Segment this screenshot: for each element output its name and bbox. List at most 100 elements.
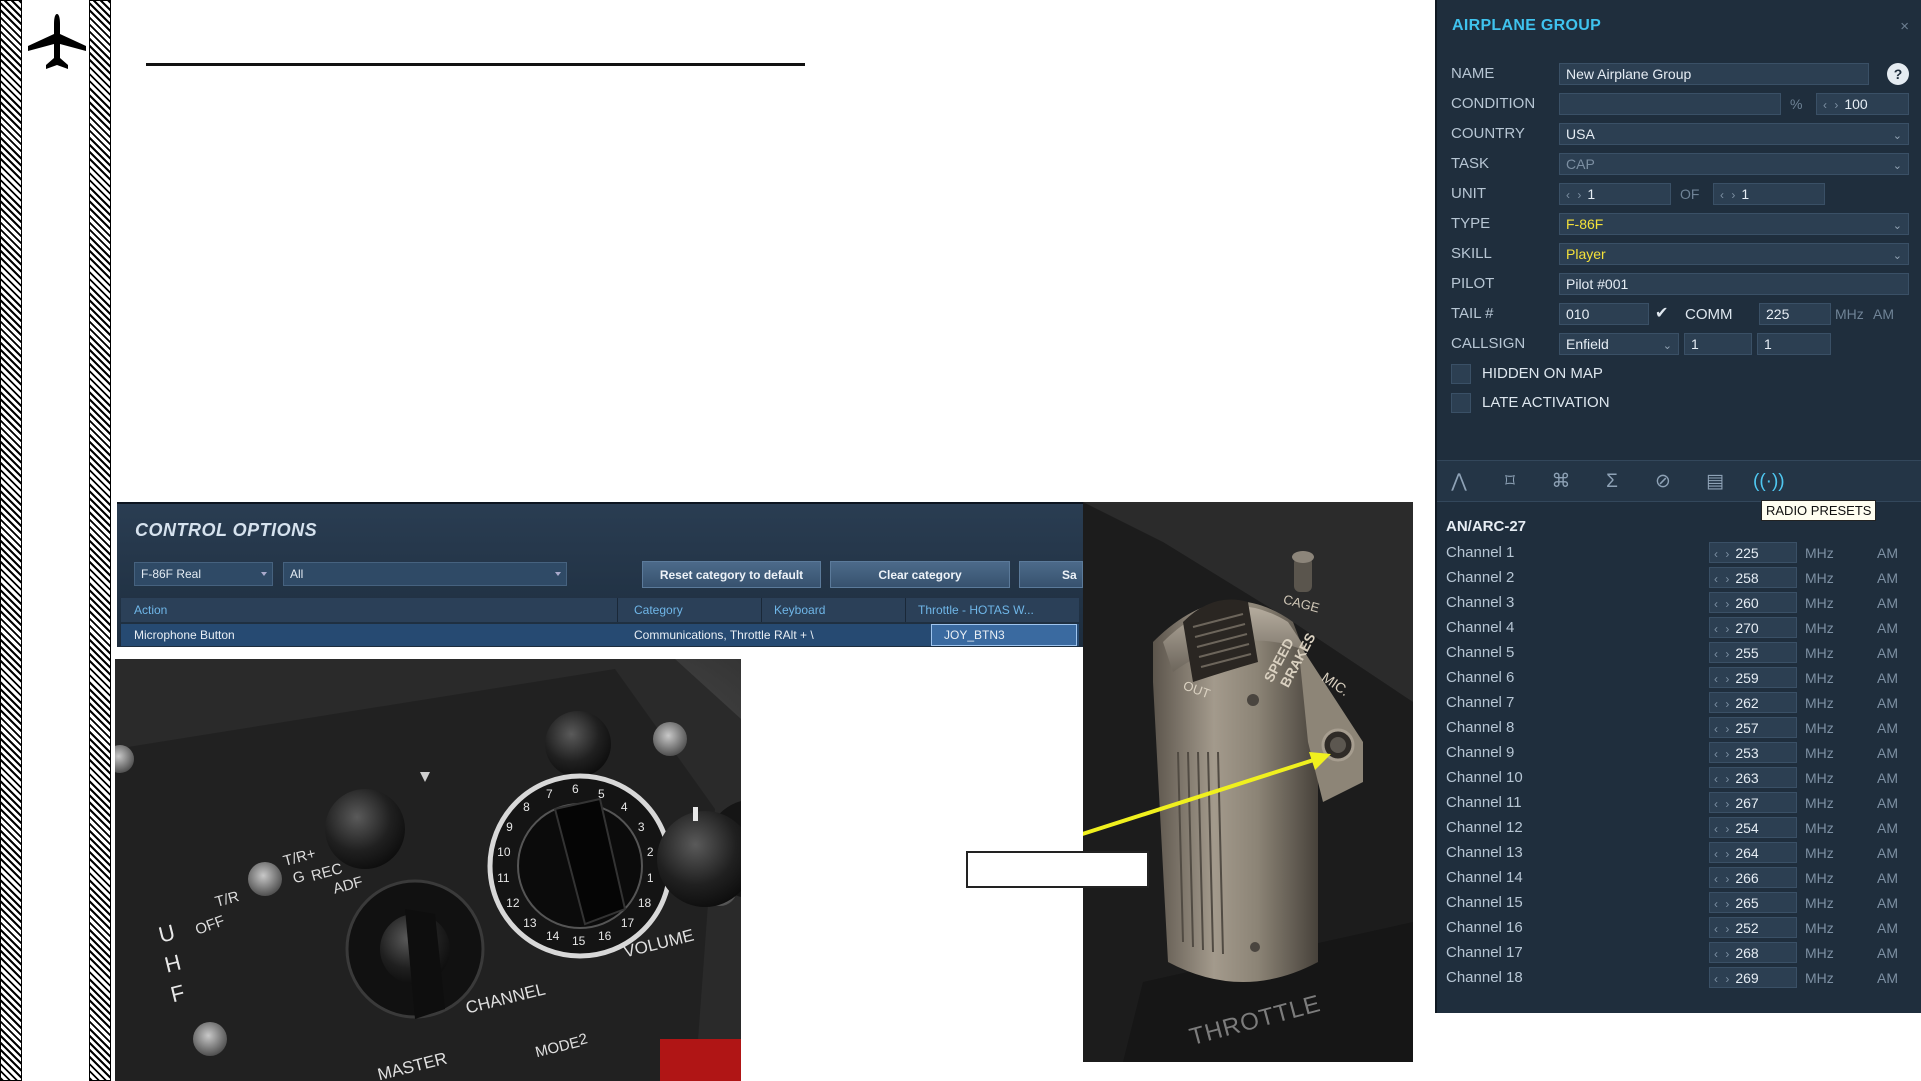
spinner-arrows-icon[interactable]: ‹ › [1714,772,1731,786]
category-select[interactable]: All [283,562,567,586]
spinner-arrows-icon[interactable]: ‹ › [1714,797,1731,811]
channel-frequency-field[interactable]: ‹ › 268 [1709,942,1797,963]
condition-percent-field[interactable]: ‹ › 100 [1816,93,1909,115]
channel-frequency-field[interactable]: ‹ › 253 [1709,742,1797,763]
bindings-table-header: Action Category Keyboard Throttle - HOTA… [121,598,1079,622]
channel-frequency-field[interactable]: ‹ › 264 [1709,842,1797,863]
channel-frequency: 264 [1735,845,1759,861]
unit-of-value: 1 [1741,186,1750,202]
channel-frequency-field[interactable]: ‹ › 270 [1709,617,1797,638]
spinner-arrows-icon[interactable]: ‹ › [1714,872,1731,886]
late-activation-checkbox[interactable] [1451,393,1471,413]
comm-field[interactable]: 225 [1759,303,1831,325]
channel-name: Channel 15 [1446,894,1523,911]
channel-name: Channel 3 [1446,594,1515,611]
spinner-arrows-icon[interactable]: ‹ › [1714,747,1731,761]
channel-frequency-field[interactable]: ‹ › 225 [1709,542,1797,563]
failures-icon[interactable]: ⊘ [1650,469,1676,495]
aircraft-select[interactable]: F-86F Real [134,562,273,586]
channel-frequency-field[interactable]: ‹ › 255 [1709,642,1797,663]
task-select[interactable]: CAP ⌄ [1559,153,1909,175]
column-keyboard[interactable]: Keyboard [774,603,825,617]
spinner-arrows-icon[interactable]: ‹ › [1714,897,1731,911]
unit-of-field[interactable]: ‹ › 1 [1713,183,1825,205]
country-select[interactable]: USA ⌄ [1559,123,1909,145]
row-throttle-cell[interactable]: JOY_BTN3 [931,624,1077,646]
spinner-arrows-icon[interactable]: ‹ › [1714,647,1731,661]
spinner-arrows-icon[interactable]: ‹ › [1714,547,1731,561]
channel-name: Channel 13 [1446,844,1523,861]
channel-name: Channel 9 [1446,744,1515,761]
channel-frequency-field[interactable]: ‹ › 266 [1709,867,1797,888]
column-category[interactable]: Category [634,603,683,617]
spinner-arrows-icon[interactable]: ‹ › [1714,922,1731,936]
summary-icon[interactable]: Σ [1599,469,1625,495]
callsign-flight-field[interactable]: 1 [1757,333,1831,355]
unit-field[interactable]: ‹ › 1 [1559,183,1671,205]
table-row[interactable]: Microphone Button Communications, Thrott… [121,624,1079,646]
reset-category-button[interactable]: Reset category to default [642,561,821,588]
spinner-arrows-icon[interactable]: ‹ › [1714,847,1731,861]
chevron-down-icon: ⌄ [1892,130,1902,142]
comm-checkbox-checked-icon[interactable]: ✔ [1655,303,1675,325]
hidden-on-map-checkbox[interactable] [1451,364,1471,384]
channel-frequency-field[interactable]: ‹ › 254 [1709,817,1797,838]
channel-frequency-field[interactable]: ‹ › 258 [1709,567,1797,588]
spinner-arrows-icon[interactable]: ‹ › [1714,947,1731,961]
column-action[interactable]: Action [134,603,167,617]
callsign-select[interactable]: Enfield ⌄ [1559,333,1679,355]
route-icon[interactable]: ⋀ [1446,469,1472,495]
callsign-number-field[interactable]: 1 [1684,333,1752,355]
column-throttle[interactable]: Throttle - HOTAS W... [918,603,1034,617]
type-select[interactable]: F-86F ⌄ [1559,213,1909,235]
pilot-field[interactable]: Pilot #001 [1559,273,1909,295]
skill-select[interactable]: Player ⌄ [1559,243,1909,265]
spinner-arrows-icon[interactable]: ‹ › [1823,98,1840,112]
chevron-down-icon: ⌄ [1892,250,1902,262]
modulation-label: AM [1877,945,1898,961]
mhz-label: MHz [1805,845,1834,861]
channel-frequency-field[interactable]: ‹ › 260 [1709,592,1797,613]
condition-field[interactable] [1559,93,1781,115]
channel-frequency-field[interactable]: ‹ › 262 [1709,692,1797,713]
channel-frequency-field[interactable]: ‹ › 252 [1709,917,1797,938]
fuel-icon[interactable]: ▤ [1702,469,1728,495]
throttle-photo: CAGE SPEED BRAKES MIC. OUT THROTTLE [1083,502,1413,1062]
spinner-arrows-icon[interactable]: ‹ › [1566,188,1583,202]
spinner-arrows-icon[interactable]: ‹ › [1714,972,1731,986]
channel-name: Channel 17 [1446,944,1523,961]
channel-frequency-field[interactable]: ‹ › 263 [1709,767,1797,788]
payload-icon[interactable]: ⌘ [1548,469,1574,495]
spinner-arrows-icon[interactable]: ‹ › [1714,597,1731,611]
spinner-arrows-icon[interactable]: ‹ › [1714,697,1731,711]
channel-name: Channel 5 [1446,644,1515,661]
radio-icon[interactable]: ((·)) [1753,469,1785,495]
spinner-arrows-icon[interactable]: ‹ › [1714,722,1731,736]
channel-frequency-field[interactable]: ‹ › 265 [1709,892,1797,913]
tail-field[interactable]: 010 [1559,303,1649,325]
airplane-icon [28,14,86,69]
triggers-icon[interactable]: ⌑ [1497,469,1523,495]
channel-frequency-field[interactable]: ‹ › 257 [1709,717,1797,738]
spinner-arrows-icon[interactable]: ‹ › [1714,672,1731,686]
spinner-arrows-icon[interactable]: ‹ › [1720,188,1737,202]
mhz-label: MHz [1805,695,1834,711]
name-field[interactable]: New Airplane Group [1559,63,1869,85]
clear-category-button[interactable]: Clear category [830,561,1010,588]
spinner-arrows-icon[interactable]: ‹ › [1714,572,1731,586]
channel-frequency-field[interactable]: ‹ › 269 [1709,967,1797,988]
spinner-arrows-icon[interactable]: ‹ › [1714,822,1731,836]
spinner-arrows-icon[interactable]: ‹ › [1714,622,1731,636]
modulation-label: AM [1877,670,1898,686]
channel-row: Channel 8 ‹ › 257 MHz AM [1437,717,1921,739]
mhz-label: MHz [1805,920,1834,936]
modulation-label: AM [1877,745,1898,761]
channel-frequency-field[interactable]: ‹ › 267 [1709,792,1797,813]
dial-number: 7 [546,786,553,801]
channel-frequency-field[interactable]: ‹ › 259 [1709,667,1797,688]
close-icon[interactable]: × [1900,18,1909,35]
help-icon[interactable]: ? [1887,63,1909,85]
save-button[interactable]: Sa [1019,561,1083,588]
channel-name: Channel 11 [1446,794,1522,811]
row-keyboard[interactable]: RAlt + \ [774,628,814,642]
